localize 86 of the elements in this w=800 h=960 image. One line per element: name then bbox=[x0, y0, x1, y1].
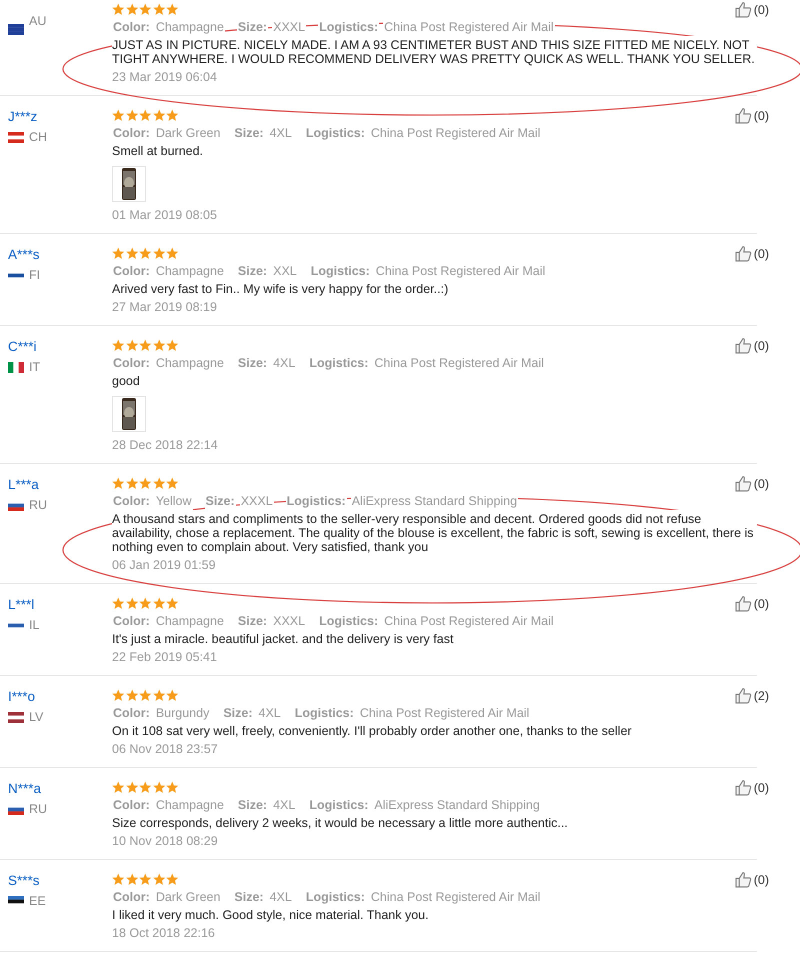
country-code: RU bbox=[29, 802, 48, 816]
review-text: JUST AS IN PICTURE. NICELY MADE. I AM A 93 CENTIMETER BUST AND THIS SIZE FITTED ME NICELY. NOT TIGHT ANYWHERE. I WOULD RECOMMEND DELIVERY WAS PRETTY QUICK AS WELL. THANK YOU SELLER. bbox=[112, 36, 757, 68]
thumbs-up-icon bbox=[734, 245, 752, 262]
country-code: FI bbox=[29, 268, 40, 282]
star-icon bbox=[112, 476, 124, 490]
user-name[interactable]: I***o bbox=[8, 688, 36, 705]
star-icon bbox=[112, 872, 124, 886]
user-name[interactable]: N***a bbox=[8, 780, 42, 797]
star-icon bbox=[112, 688, 124, 702]
star-icon bbox=[126, 2, 138, 16]
star-icon bbox=[112, 338, 124, 352]
user-name[interactable]: C***i bbox=[8, 338, 37, 355]
thumbs-up-icon bbox=[734, 595, 752, 612]
star-icon bbox=[166, 596, 178, 610]
star-icon bbox=[112, 596, 124, 610]
like-button[interactable]: (0) bbox=[734, 779, 769, 796]
review-text: A thousand stars and compliments to the seller-very responsible and decent. Ordered goods did not refuse availability, chose a replacement. The quality of the blouse is excellent, the fabric is soft, sewing is excellent, there is nothing even to complain about. Very satisfied, thank you bbox=[112, 510, 757, 556]
like-button[interactable]: (0) bbox=[734, 595, 769, 612]
like-button[interactable]: (0) bbox=[734, 1, 769, 18]
star-icon bbox=[126, 872, 138, 886]
thumbs-up-icon bbox=[734, 337, 752, 354]
star-icon bbox=[166, 108, 178, 122]
country-code: CH bbox=[29, 130, 48, 144]
country-code: EE bbox=[29, 894, 46, 908]
star-icon bbox=[139, 688, 152, 702]
star-icon bbox=[126, 596, 138, 610]
star-icon bbox=[139, 108, 152, 122]
user-name[interactable]: L***l bbox=[8, 596, 34, 613]
star-icon bbox=[152, 476, 165, 490]
star-icon bbox=[126, 476, 138, 490]
user-name[interactable]: J***z bbox=[8, 108, 38, 125]
user-name[interactable]: L***a bbox=[8, 476, 39, 493]
thumbs-up-icon bbox=[734, 687, 752, 704]
like-button[interactable]: (0) bbox=[734, 245, 769, 262]
user-name[interactable]: A***s bbox=[8, 246, 40, 263]
user-name[interactable]: S***s bbox=[8, 872, 40, 889]
flag-icon bbox=[8, 712, 24, 722]
star-icon bbox=[112, 2, 124, 16]
star-icon bbox=[152, 246, 165, 260]
star-icon bbox=[139, 872, 152, 886]
star-icon bbox=[139, 2, 152, 16]
star-icon bbox=[139, 596, 152, 610]
star-icon bbox=[139, 246, 152, 260]
star-icon bbox=[152, 780, 165, 794]
star-icon bbox=[166, 2, 178, 16]
star-icon bbox=[112, 246, 124, 260]
thumbs-up-icon bbox=[734, 475, 752, 492]
star-icon bbox=[152, 872, 165, 886]
thumbs-up-icon bbox=[734, 107, 752, 124]
country-code: IT bbox=[29, 360, 40, 374]
star-icon bbox=[139, 780, 152, 794]
star-icon bbox=[166, 338, 178, 352]
star-icon bbox=[166, 688, 178, 702]
flag-icon bbox=[8, 362, 24, 372]
like-button[interactable]: (0) bbox=[734, 337, 769, 354]
country-code: IL bbox=[29, 618, 40, 632]
star-icon bbox=[126, 338, 138, 352]
country-code: AU bbox=[29, 14, 46, 28]
star-icon bbox=[112, 780, 124, 794]
star-icon bbox=[126, 780, 138, 794]
star-icon bbox=[152, 108, 165, 122]
flag-icon bbox=[8, 24, 24, 35]
star-icon bbox=[152, 688, 165, 702]
star-icon bbox=[152, 338, 165, 352]
star-icon bbox=[126, 688, 138, 702]
thumbs-up-icon bbox=[734, 871, 752, 888]
flag-icon bbox=[8, 896, 24, 906]
star-icon bbox=[166, 246, 178, 260]
star-icon bbox=[166, 872, 178, 886]
star-icon bbox=[166, 780, 178, 794]
star-icon bbox=[112, 108, 124, 122]
country-code: LV bbox=[29, 710, 44, 724]
star-icon bbox=[166, 476, 178, 490]
like-button[interactable]: (0) bbox=[734, 107, 769, 124]
star-icon bbox=[152, 2, 165, 16]
like-button[interactable]: (0) bbox=[734, 871, 769, 888]
flag-icon bbox=[8, 132, 24, 142]
star-icon bbox=[152, 596, 165, 610]
like-button[interactable]: (0) bbox=[734, 475, 769, 492]
star-icon bbox=[126, 246, 138, 260]
star-icon bbox=[139, 338, 152, 352]
like-button[interactable]: (2) bbox=[734, 687, 769, 704]
country-code: RU bbox=[29, 498, 48, 512]
thumbs-up-icon bbox=[734, 779, 752, 796]
star-icon bbox=[139, 476, 152, 490]
star-icon bbox=[126, 108, 138, 122]
